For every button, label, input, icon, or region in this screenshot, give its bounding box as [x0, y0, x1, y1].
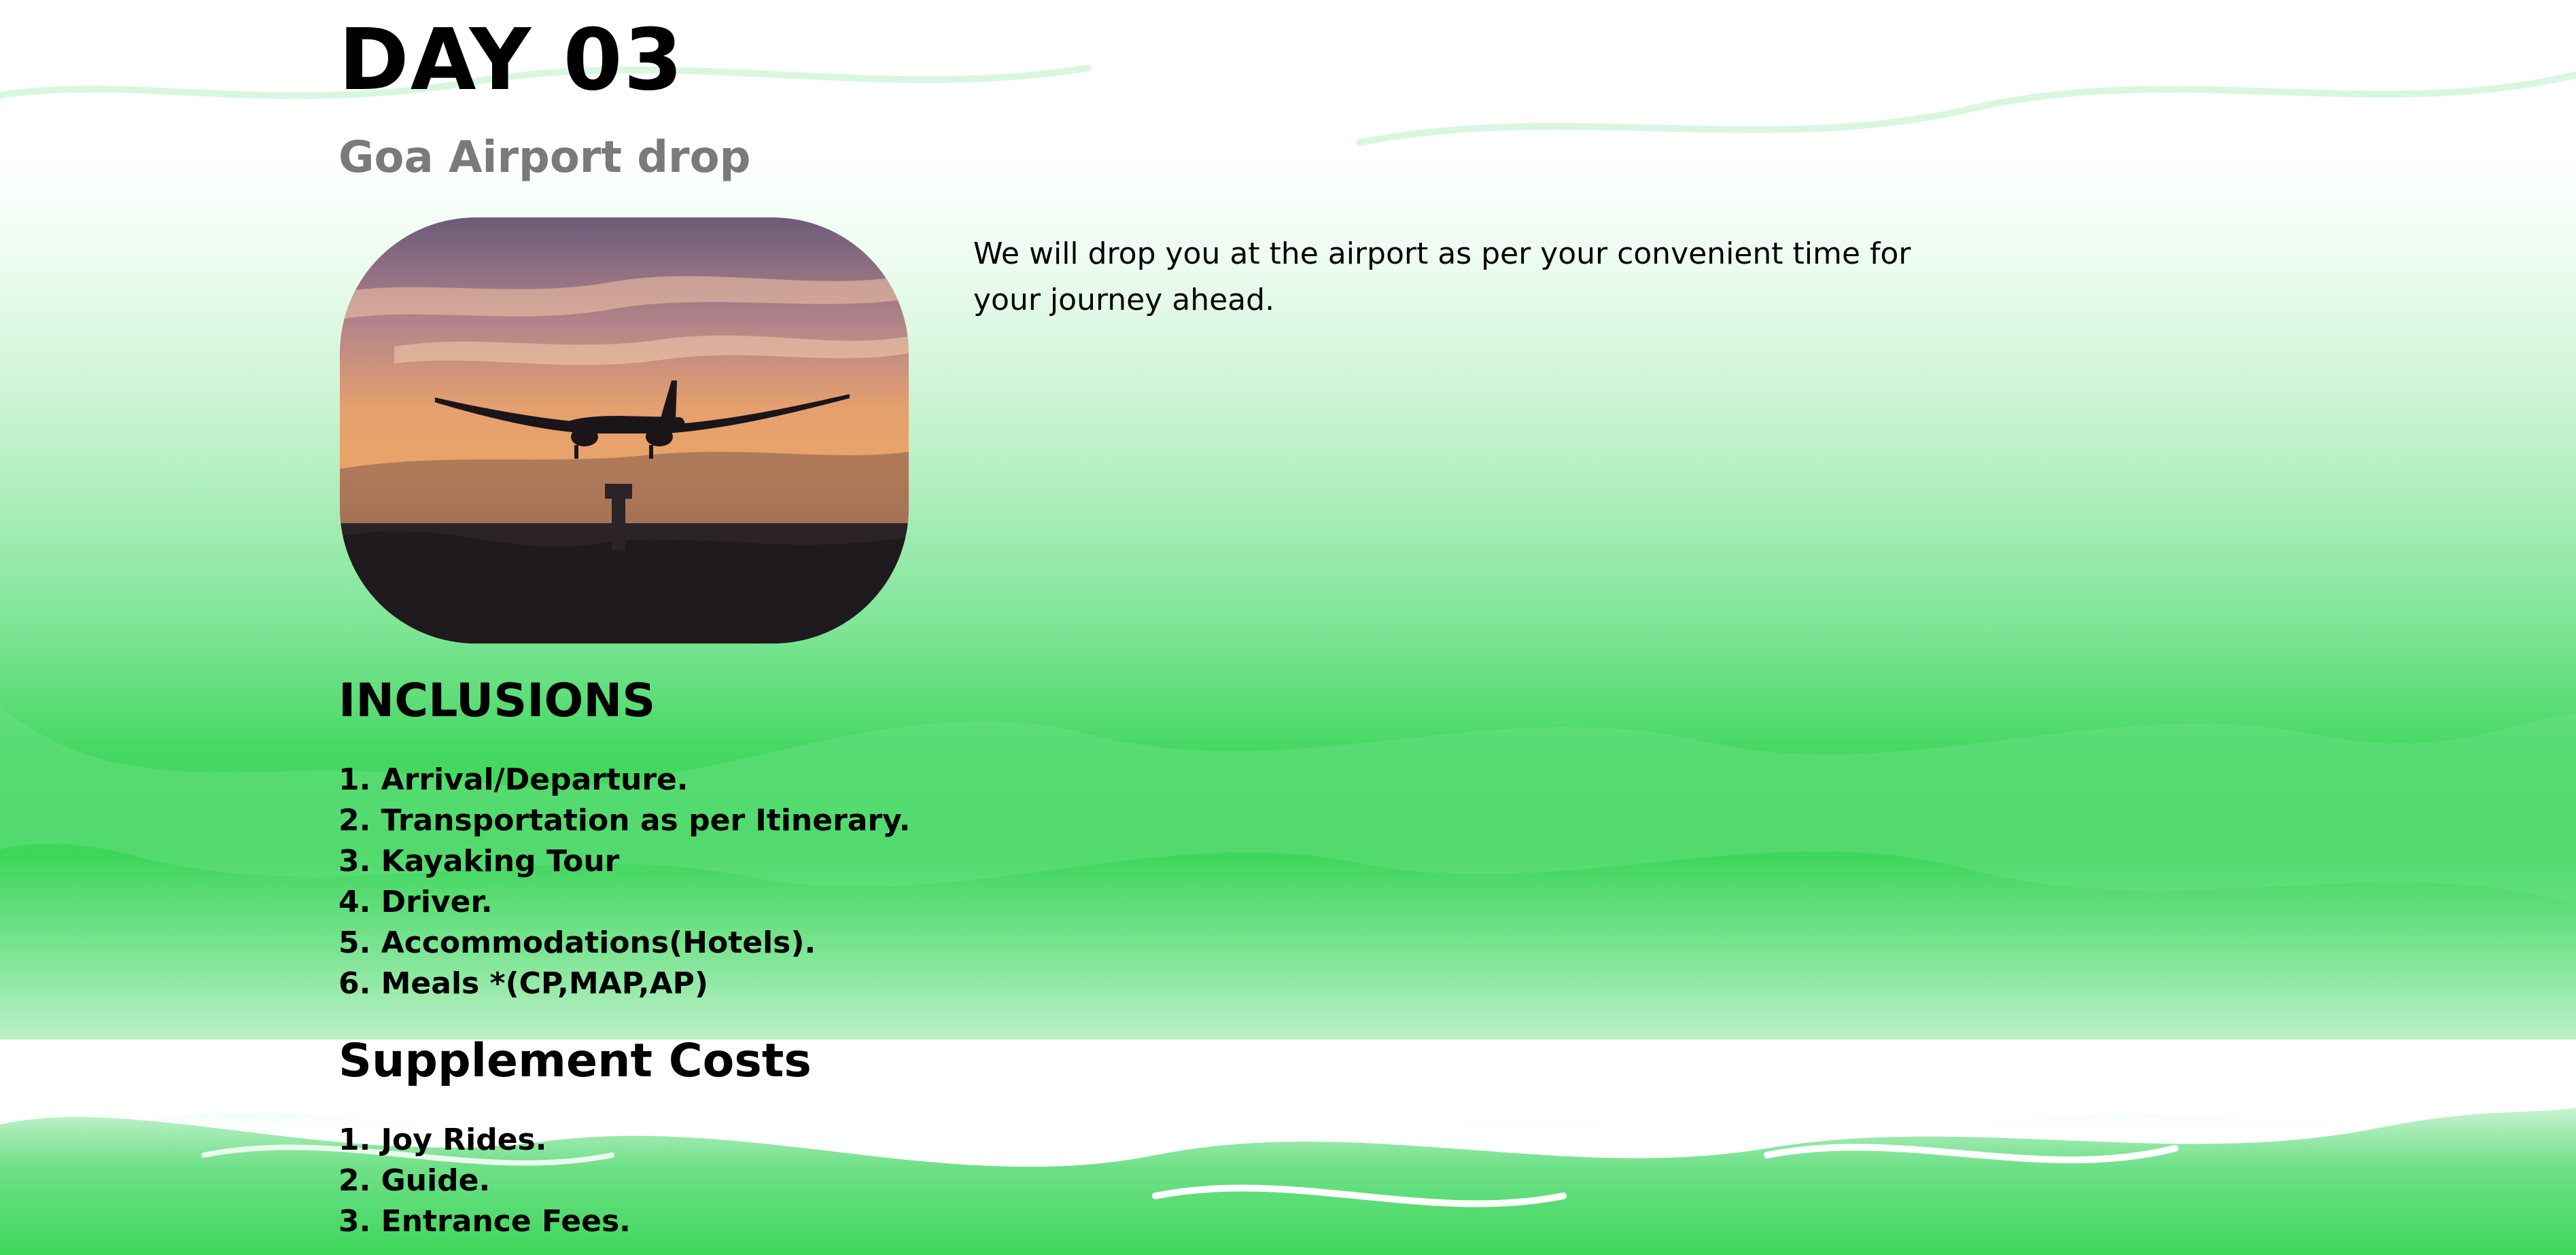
day-subtitle: Goa Airport drop — [338, 132, 751, 183]
supplement-costs-list: 1. Joy Rides. 2. Guide. 3. Entrance Fees… — [338, 1120, 631, 1242]
inclusions-list: 1. Arrival/Departure. 2. Transportation … — [338, 760, 911, 1004]
inclusions-heading: INCLUSIONS — [338, 674, 656, 728]
list-item: 2. Guide. — [338, 1163, 491, 1198]
list-item: 1. Arrival/Departure. — [338, 762, 689, 797]
list-item: 4. Driver. — [338, 885, 493, 919]
list-item: 3. Entrance Fees. — [338, 1204, 631, 1239]
list-item: 5. Accommodations(Hotels). — [338, 925, 816, 960]
day-itinerary-section: DAY 03 Goa Airport drop We will drop you… — [0, 0, 2576, 1255]
supplement-costs-heading: Supplement Costs — [338, 1034, 812, 1088]
airplane-landing-sunset-photo — [340, 217, 909, 643]
day-description: We will drop you at the airport as per y… — [973, 236, 1911, 317]
list-item: 3. Kayaking Tour — [338, 844, 620, 879]
list-item: 2. Transportation as per Itinerary. — [338, 803, 911, 838]
day-title: DAY 03 — [338, 11, 684, 109]
list-item: 6. Meals *(CP,MAP,AP) — [338, 966, 708, 1001]
list-item: 1. Joy Rides. — [338, 1123, 547, 1157]
